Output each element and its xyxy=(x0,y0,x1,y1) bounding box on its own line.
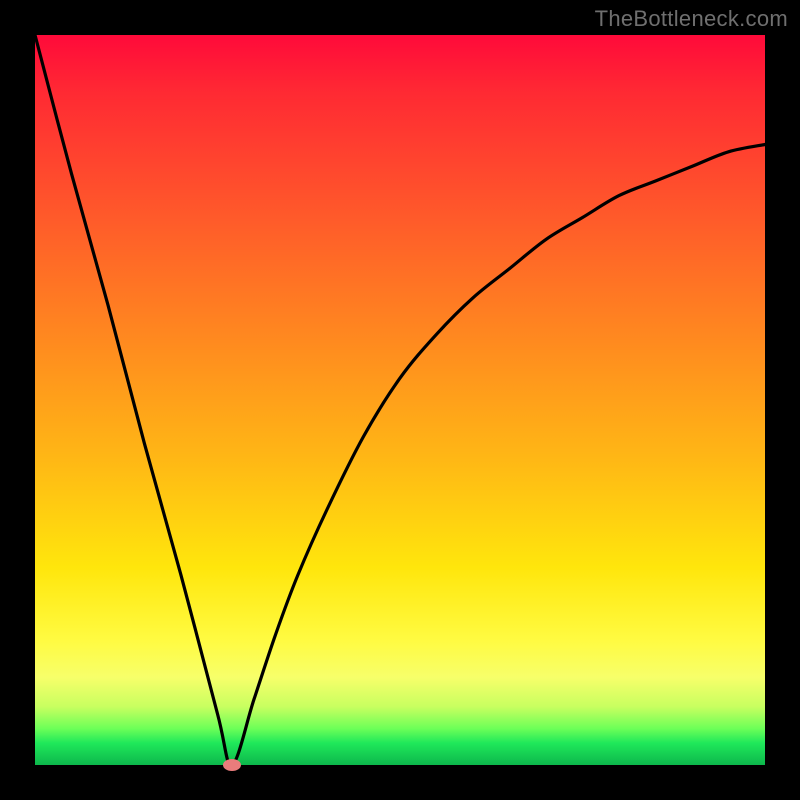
plot-area xyxy=(35,35,765,765)
bottleneck-curve xyxy=(35,35,765,765)
watermark-text: TheBottleneck.com xyxy=(595,6,788,32)
chart-frame: TheBottleneck.com xyxy=(0,0,800,800)
minimum-marker xyxy=(223,759,241,771)
curve-path xyxy=(35,35,765,765)
